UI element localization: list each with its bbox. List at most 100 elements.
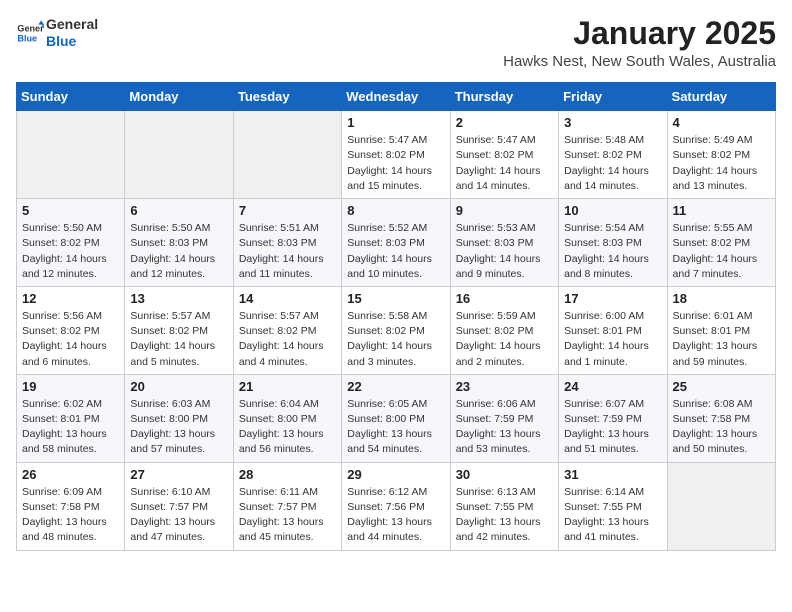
day-number: 21 xyxy=(239,379,336,394)
day-info: Sunrise: 6:14 AMSunset: 7:55 PMDaylight:… xyxy=(564,485,661,546)
day-number: 9 xyxy=(456,203,553,218)
weekday-header-row: SundayMondayTuesdayWednesdayThursdayFrid… xyxy=(17,83,776,111)
calendar-day-8: 8 Sunrise: 5:52 AMSunset: 8:03 PMDaylight… xyxy=(342,199,450,287)
day-info: Sunrise: 6:04 AMSunset: 8:00 PMDaylight:… xyxy=(239,397,336,458)
day-number: 6 xyxy=(130,203,227,218)
calendar-day-22: 22Sunrise: 6:05 AMSunset: 8:00 PMDayligh… xyxy=(342,374,450,462)
day-number: 5 xyxy=(22,203,119,218)
calendar-day-24: 24 Sunrise: 6:07 AMSunset: 7:59 PMDayligh… xyxy=(559,374,667,462)
calendar-day-26: 26 Sunrise: 6:09 AMSunset: 7:58 PMDayligh… xyxy=(17,462,125,550)
calendar-table: SundayMondayTuesdayWednesdayThursdayFrid… xyxy=(16,82,776,550)
day-info: Sunrise: 5:53 AMSunset: 8:03 PMDaylight:… xyxy=(456,221,553,282)
day-info: Sunrise: 5:50 AMSunset: 8:03 PMDaylight:… xyxy=(130,221,227,282)
day-number: 25 xyxy=(673,379,770,394)
day-number: 19 xyxy=(22,379,119,394)
calendar-day-10: 10 Sunrise: 5:54 AMSunset: 8:03 PMDayligh… xyxy=(559,199,667,287)
day-number: 8 xyxy=(347,203,444,218)
calendar-day-28: 28Sunrise: 6:11 AMSunset: 7:57 PMDayligh… xyxy=(233,462,341,550)
day-info: Sunrise: 5:54 AMSunset: 8:03 PMDaylight:… xyxy=(564,221,661,282)
day-number: 20 xyxy=(130,379,227,394)
logo: General Blue General Blue xyxy=(16,16,98,50)
day-number: 23 xyxy=(456,379,553,394)
calendar-header: SundayMondayTuesdayWednesdayThursdayFrid… xyxy=(17,83,776,111)
calendar-day-4: 4 Sunrise: 5:49 AMSunset: 8:02 PMDaylight… xyxy=(667,111,775,199)
calendar-day-15: 15Sunrise: 5:58 AMSunset: 8:02 PMDayligh… xyxy=(342,286,450,374)
day-info: Sunrise: 6:01 AMSunset: 8:01 PMDaylight:… xyxy=(673,309,770,370)
calendar-week-row: 19 Sunrise: 6:02 AMSunset: 8:01 PMDayligh… xyxy=(17,374,776,462)
day-info: Sunrise: 5:47 AMSunset: 8:02 PMDaylight:… xyxy=(456,133,553,194)
month-title: January 2025 xyxy=(503,16,776,51)
day-number: 4 xyxy=(673,115,770,130)
weekday-header-sunday: Sunday xyxy=(17,83,125,111)
day-number: 14 xyxy=(239,291,336,306)
day-number: 31 xyxy=(564,467,661,482)
day-info: Sunrise: 6:10 AMSunset: 7:57 PMDaylight:… xyxy=(130,485,227,546)
logo-icon: General Blue xyxy=(16,19,44,47)
calendar-empty-cell xyxy=(125,111,233,199)
location-subtitle: Hawks Nest, New South Wales, Australia xyxy=(503,53,776,70)
weekday-header-tuesday: Tuesday xyxy=(233,83,341,111)
day-info: Sunrise: 5:57 AMSunset: 8:02 PMDaylight:… xyxy=(130,309,227,370)
calendar-day-17: 17Sunrise: 6:00 AMSunset: 8:01 PMDayligh… xyxy=(559,286,667,374)
day-number: 10 xyxy=(564,203,661,218)
day-number: 7 xyxy=(239,203,336,218)
day-info: Sunrise: 5:49 AMSunset: 8:02 PMDaylight:… xyxy=(673,133,770,194)
calendar-day-18: 18Sunrise: 6:01 AMSunset: 8:01 PMDayligh… xyxy=(667,286,775,374)
calendar-day-7: 7Sunrise: 5:51 AMSunset: 8:03 PMDaylight… xyxy=(233,199,341,287)
calendar-day-21: 21 Sunrise: 6:04 AMSunset: 8:00 PMDayligh… xyxy=(233,374,341,462)
weekday-header-friday: Friday xyxy=(559,83,667,111)
calendar-week-row: 12Sunrise: 5:56 AMSunset: 8:02 PMDayligh… xyxy=(17,286,776,374)
logo-blue: Blue xyxy=(46,33,98,50)
day-number: 28 xyxy=(239,467,336,482)
calendar-body: 1 Sunrise: 5:47 AMSunset: 8:02 PMDaylight… xyxy=(17,111,776,550)
day-info: Sunrise: 5:47 AMSunset: 8:02 PMDaylight:… xyxy=(347,133,444,194)
calendar-day-12: 12Sunrise: 5:56 AMSunset: 8:02 PMDayligh… xyxy=(17,286,125,374)
calendar-day-3: 3 Sunrise: 5:48 AMSunset: 8:02 PMDaylight… xyxy=(559,111,667,199)
day-number: 13 xyxy=(130,291,227,306)
calendar-day-29: 29 Sunrise: 6:12 AMSunset: 7:56 PMDayligh… xyxy=(342,462,450,550)
calendar-day-11: 11Sunrise: 5:55 AMSunset: 8:02 PMDayligh… xyxy=(667,199,775,287)
calendar-day-5: 5 Sunrise: 5:50 AMSunset: 8:02 PMDaylight… xyxy=(17,199,125,287)
day-info: Sunrise: 5:48 AMSunset: 8:02 PMDaylight:… xyxy=(564,133,661,194)
calendar-empty-cell xyxy=(667,462,775,550)
day-number: 29 xyxy=(347,467,444,482)
day-number: 1 xyxy=(347,115,444,130)
calendar-day-27: 27 Sunrise: 6:10 AMSunset: 7:57 PMDayligh… xyxy=(125,462,233,550)
calendar-week-row: 5 Sunrise: 5:50 AMSunset: 8:02 PMDaylight… xyxy=(17,199,776,287)
day-info: Sunrise: 6:13 AMSunset: 7:55 PMDaylight:… xyxy=(456,485,553,546)
day-info: Sunrise: 5:58 AMSunset: 8:02 PMDaylight:… xyxy=(347,309,444,370)
day-info: Sunrise: 5:50 AMSunset: 8:02 PMDaylight:… xyxy=(22,221,119,282)
day-info: Sunrise: 6:07 AMSunset: 7:59 PMDaylight:… xyxy=(564,397,661,458)
calendar-day-30: 30 Sunrise: 6:13 AMSunset: 7:55 PMDayligh… xyxy=(450,462,558,550)
calendar-day-6: 6 Sunrise: 5:50 AMSunset: 8:03 PMDaylight… xyxy=(125,199,233,287)
calendar-day-14: 14Sunrise: 5:57 AMSunset: 8:02 PMDayligh… xyxy=(233,286,341,374)
day-number: 2 xyxy=(456,115,553,130)
day-info: Sunrise: 5:52 AMSunset: 8:03 PMDaylight:… xyxy=(347,221,444,282)
svg-text:General: General xyxy=(17,23,44,33)
calendar-day-1: 1 Sunrise: 5:47 AMSunset: 8:02 PMDaylight… xyxy=(342,111,450,199)
day-number: 3 xyxy=(564,115,661,130)
calendar-day-23: 23Sunrise: 6:06 AMSunset: 7:59 PMDayligh… xyxy=(450,374,558,462)
day-info: Sunrise: 6:12 AMSunset: 7:56 PMDaylight:… xyxy=(347,485,444,546)
calendar-day-16: 16Sunrise: 5:59 AMSunset: 8:02 PMDayligh… xyxy=(450,286,558,374)
calendar-day-19: 19 Sunrise: 6:02 AMSunset: 8:01 PMDayligh… xyxy=(17,374,125,462)
day-info: Sunrise: 5:56 AMSunset: 8:02 PMDaylight:… xyxy=(22,309,119,370)
day-number: 26 xyxy=(22,467,119,482)
day-info: Sunrise: 6:02 AMSunset: 8:01 PMDaylight:… xyxy=(22,397,119,458)
calendar-week-row: 26 Sunrise: 6:09 AMSunset: 7:58 PMDayligh… xyxy=(17,462,776,550)
calendar-empty-cell xyxy=(17,111,125,199)
calendar-week-row: 1 Sunrise: 5:47 AMSunset: 8:02 PMDaylight… xyxy=(17,111,776,199)
calendar-day-13: 13 Sunrise: 5:57 AMSunset: 8:02 PMDayligh… xyxy=(125,286,233,374)
day-info: Sunrise: 6:09 AMSunset: 7:58 PMDaylight:… xyxy=(22,485,119,546)
day-info: Sunrise: 5:59 AMSunset: 8:02 PMDaylight:… xyxy=(456,309,553,370)
calendar-day-9: 9 Sunrise: 5:53 AMSunset: 8:03 PMDaylight… xyxy=(450,199,558,287)
day-number: 27 xyxy=(130,467,227,482)
day-info: Sunrise: 6:03 AMSunset: 8:00 PMDaylight:… xyxy=(130,397,227,458)
day-number: 24 xyxy=(564,379,661,394)
day-number: 17 xyxy=(564,291,661,306)
day-info: Sunrise: 6:05 AMSunset: 8:00 PMDaylight:… xyxy=(347,397,444,458)
svg-text:Blue: Blue xyxy=(17,33,37,43)
calendar-day-20: 20 Sunrise: 6:03 AMSunset: 8:00 PMDayligh… xyxy=(125,374,233,462)
weekday-header-wednesday: Wednesday xyxy=(342,83,450,111)
day-number: 30 xyxy=(456,467,553,482)
